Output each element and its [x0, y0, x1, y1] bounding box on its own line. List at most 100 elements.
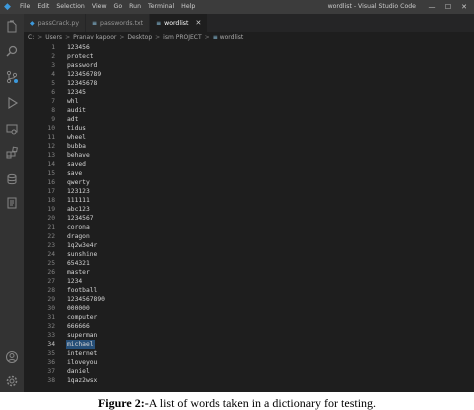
- remote-explorer-icon[interactable]: [5, 122, 19, 136]
- editor-line[interactable]: 32 666666: [24, 322, 474, 331]
- breadcrumb-separator: >: [204, 34, 210, 41]
- text-file-icon: ≡: [92, 19, 98, 27]
- maximize-button[interactable]: ☐: [440, 0, 456, 14]
- line-number: 38: [47, 377, 55, 384]
- line-text: 666666: [67, 323, 90, 330]
- editor-line[interactable]: 22 dragon: [24, 232, 474, 241]
- editor-line[interactable]: 14 saved: [24, 160, 474, 169]
- code-editor[interactable]: 1 123456 2 protect 3 password 4 123456789 5 12345…: [24, 43, 474, 392]
- line-number: 9: [51, 116, 55, 123]
- tab-passwords[interactable]: ≡ passwords.txt: [86, 14, 151, 32]
- line-number: 16: [47, 179, 55, 186]
- editor-line[interactable]: 26 master: [24, 268, 474, 277]
- database-icon[interactable]: [5, 172, 19, 186]
- line-number: 30: [47, 305, 55, 312]
- editor-line[interactable]: 35 internet: [24, 349, 474, 358]
- line-number: 3: [51, 62, 55, 69]
- line-text: 000000: [67, 305, 90, 312]
- account-icon[interactable]: [5, 350, 19, 364]
- line-number: 37: [47, 368, 55, 375]
- line-text: 1234567890: [67, 296, 105, 303]
- editor-line[interactable]: 29 1234567890: [24, 295, 474, 304]
- settings-gear-icon[interactable]: [5, 374, 19, 388]
- close-tab-icon[interactable]: ✕: [195, 19, 201, 27]
- editor-line[interactable]: 1 123456: [24, 43, 474, 52]
- tab-label: passCrack.py: [37, 19, 79, 27]
- extensions-icon[interactable]: [5, 146, 19, 160]
- line-text: protect: [67, 53, 94, 60]
- close-window-button[interactable]: ✕: [456, 0, 472, 14]
- breadcrumb-item[interactable]: Users: [45, 32, 62, 43]
- line-text: behave: [67, 152, 90, 159]
- tab-passcrack[interactable]: ◆ passCrack.py: [24, 14, 86, 32]
- editor-line[interactable]: 17 123123: [24, 187, 474, 196]
- line-number: 7: [51, 98, 55, 105]
- editor-line[interactable]: 31 computer: [24, 313, 474, 322]
- line-text: 123456789: [67, 71, 102, 78]
- line-number: 32: [47, 323, 55, 330]
- figure-caption: Figure 2:-A list of words taken in a dic…: [0, 396, 474, 410]
- line-number: 14: [47, 161, 55, 168]
- line-text: 12345: [67, 89, 86, 96]
- editor-line[interactable]: 8 audit: [24, 106, 474, 115]
- run-debug-icon[interactable]: [5, 96, 19, 110]
- minimize-button[interactable]: —: [424, 0, 440, 14]
- line-text: password: [67, 62, 98, 69]
- editor-line[interactable]: 6 12345: [24, 88, 474, 97]
- line-text: 123456: [67, 44, 90, 51]
- editor-line[interactable]: 2 protect: [24, 52, 474, 61]
- line-text: bubba: [67, 143, 86, 150]
- line-text: football: [67, 287, 98, 294]
- line-text: computer: [67, 314, 98, 321]
- line-number: 27: [47, 278, 55, 285]
- editor-line[interactable]: 9 adt: [24, 115, 474, 124]
- breadcrumb-item[interactable]: Desktop: [127, 32, 152, 43]
- editor-line[interactable]: 16 qwerty: [24, 178, 474, 187]
- source-control-icon[interactable]: [5, 70, 19, 84]
- title-bar: ◆ File Edit Selection View Go Run Termin…: [0, 0, 474, 14]
- editor-line[interactable]: 23 1q2w3e4r: [24, 241, 474, 250]
- line-text: 654321: [67, 260, 90, 267]
- tab-wordlist[interactable]: ≡ wordlist ✕: [150, 14, 209, 32]
- editor-line[interactable]: 24 sunshine: [24, 250, 474, 259]
- editor-line[interactable]: 38 1qaz2wsx: [24, 376, 474, 385]
- editor-line[interactable]: 4 123456789: [24, 70, 474, 79]
- line-text: 123123: [67, 188, 90, 195]
- notebook-icon[interactable]: [5, 196, 19, 210]
- editor-line[interactable]: 27 1234: [24, 277, 474, 286]
- breadcrumb: C: > Users > Pranav kapoor > Desktop > i…: [28, 32, 243, 43]
- editor-line[interactable]: 28 football: [24, 286, 474, 295]
- line-text: corona: [67, 224, 90, 231]
- line-number: 17: [47, 188, 55, 195]
- editor-line[interactable]: 20 1234567: [24, 214, 474, 223]
- editor-line[interactable]: 7 whl: [24, 97, 474, 106]
- editor-line[interactable]: 37 daniel: [24, 367, 474, 376]
- line-number: 28: [47, 287, 55, 294]
- editor-line[interactable]: 30 000000: [24, 304, 474, 313]
- editor-line[interactable]: 34 michael: [24, 340, 474, 349]
- editor-line[interactable]: 19 abc123: [24, 205, 474, 214]
- editor-line[interactable]: 15 save: [24, 169, 474, 178]
- editor-line[interactable]: 13 behave: [24, 151, 474, 160]
- editor-line[interactable]: 18 111111: [24, 196, 474, 205]
- search-icon[interactable]: [5, 44, 19, 58]
- editor-line[interactable]: 5 12345678: [24, 79, 474, 88]
- breadcrumb-item[interactable]: C:: [28, 32, 34, 43]
- breadcrumb-item[interactable]: ism PROJECT: [163, 32, 201, 43]
- caption-label: Figure 2:-: [97, 396, 149, 410]
- editor-line[interactable]: 33 superman: [24, 331, 474, 340]
- breadcrumb-item[interactable]: Pranav kapoor: [73, 32, 116, 43]
- editor-line[interactable]: 11 wheel: [24, 133, 474, 142]
- editor-line[interactable]: 12 bubba: [24, 142, 474, 151]
- python-file-icon: ◆: [30, 19, 35, 27]
- line-text: 1234: [67, 278, 83, 285]
- tab-label: passwords.txt: [100, 19, 144, 27]
- editor-line[interactable]: 36 iloveyou: [24, 358, 474, 367]
- editor-line[interactable]: 21 corona: [24, 223, 474, 232]
- editor-line[interactable]: 25 654321: [24, 259, 474, 268]
- editor-line[interactable]: 3 password: [24, 61, 474, 70]
- editor-line[interactable]: 10 tidus: [24, 124, 474, 133]
- breadcrumb-item[interactable]: wordlist: [220, 32, 244, 43]
- explorer-icon[interactable]: [5, 20, 19, 34]
- line-text: daniel: [67, 368, 90, 375]
